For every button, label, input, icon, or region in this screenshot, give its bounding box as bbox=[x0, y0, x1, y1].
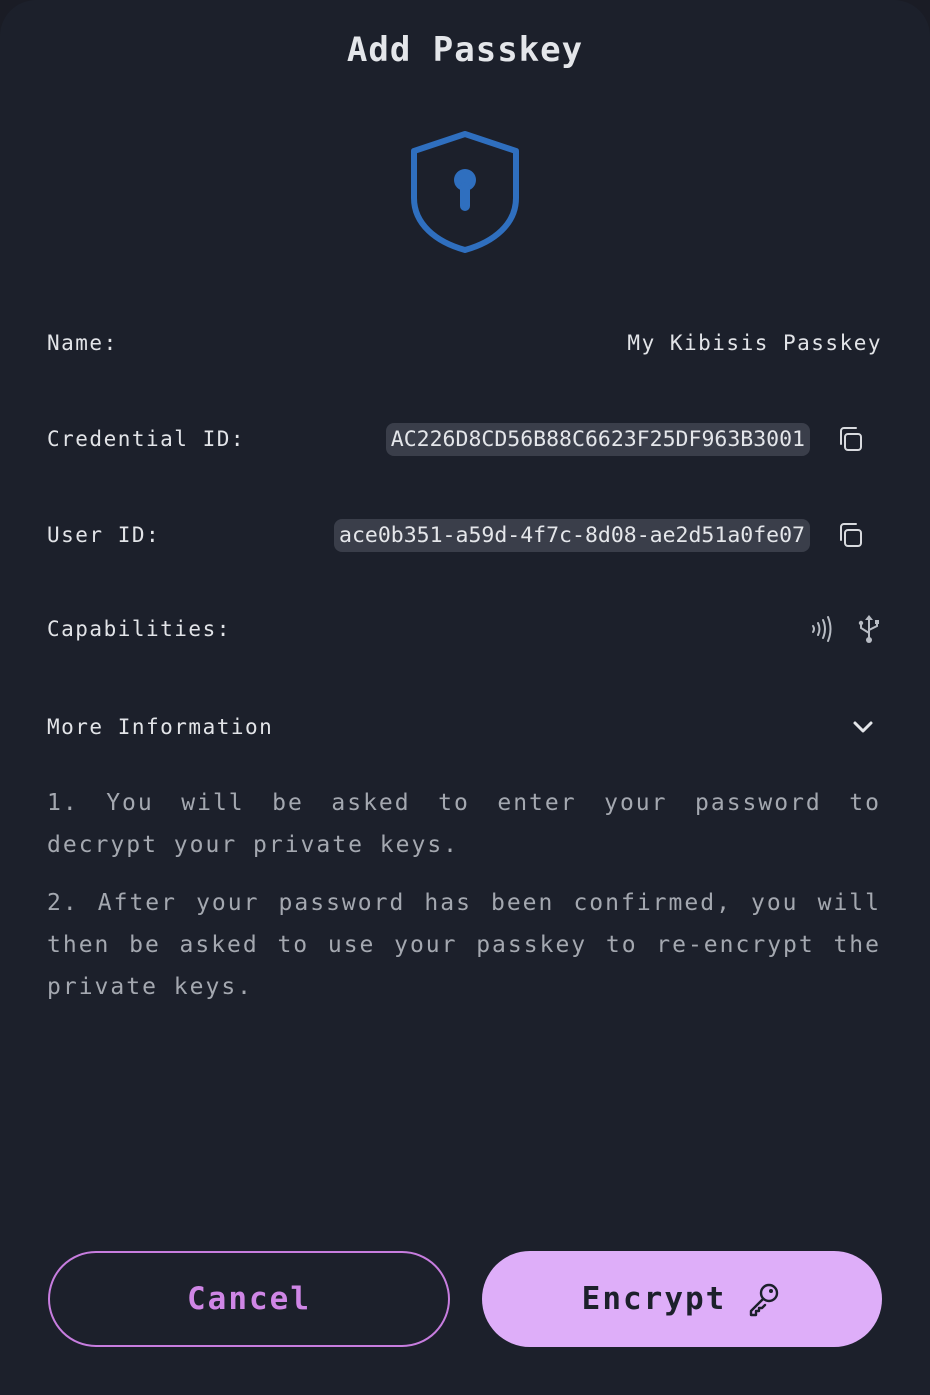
credential-id-label: Credential ID: bbox=[47, 427, 246, 451]
user-id-value: ace0b351-a59d-4f7c-8d08-ae2d51a0fe07 bbox=[334, 518, 810, 552]
nfc-icon bbox=[812, 616, 832, 642]
modal-title: Add Passkey bbox=[346, 30, 584, 70]
passkey-name-value: My Kibisis Passkey bbox=[627, 331, 882, 355]
info-step-2: 2. After your password has been confirme… bbox=[47, 890, 881, 1000]
more-information-label: More Information bbox=[47, 715, 274, 739]
shield-lock-icon bbox=[411, 131, 519, 253]
cancel-button-label: Cancel bbox=[187, 1281, 311, 1317]
capabilities-icons bbox=[810, 613, 882, 645]
credential-id-group: AC226D8CD56B88C6623F25DF963B3001 bbox=[385, 422, 882, 456]
cancel-button[interactable]: Cancel bbox=[48, 1251, 450, 1347]
chevron-down-icon[interactable] bbox=[848, 712, 878, 742]
name-label: Name: bbox=[47, 331, 118, 355]
copy-user-id-button[interactable] bbox=[834, 518, 868, 552]
credential-id-value: AC226D8CD56B88C6623F25DF963B3001 bbox=[385, 422, 810, 456]
more-information-toggle[interactable]: More Information bbox=[47, 702, 882, 752]
user-id-group: ace0b351-a59d-4f7c-8d08-ae2d51a0fe07 bbox=[334, 518, 882, 552]
name-row: Name: My Kibisis Passkey bbox=[47, 318, 882, 368]
capabilities-row: Capabilities: bbox=[47, 604, 882, 654]
user-id-label: User ID: bbox=[47, 523, 161, 547]
copy-icon bbox=[840, 523, 862, 547]
key-icon bbox=[750, 1283, 779, 1317]
copy-credential-id-button[interactable] bbox=[834, 422, 868, 456]
encrypt-button[interactable]: Encrypt bbox=[482, 1251, 882, 1347]
copy-icon bbox=[840, 427, 862, 451]
add-passkey-modal: Add Passkey Name: My Kibisis Passkey Cre… bbox=[0, 0, 930, 1395]
capabilities-label: Capabilities: bbox=[47, 617, 231, 641]
encrypt-button-label: Encrypt bbox=[581, 1281, 727, 1317]
credential-id-row: Credential ID: AC226D8CD56B88C6623F25DF9… bbox=[47, 414, 882, 464]
info-step-1: 1. You will be asked to enter your passw… bbox=[47, 790, 881, 858]
usb-icon bbox=[858, 615, 879, 643]
user-id-row: User ID: ace0b351-a59d-4f7c-8d08-ae2d51a… bbox=[47, 510, 882, 560]
